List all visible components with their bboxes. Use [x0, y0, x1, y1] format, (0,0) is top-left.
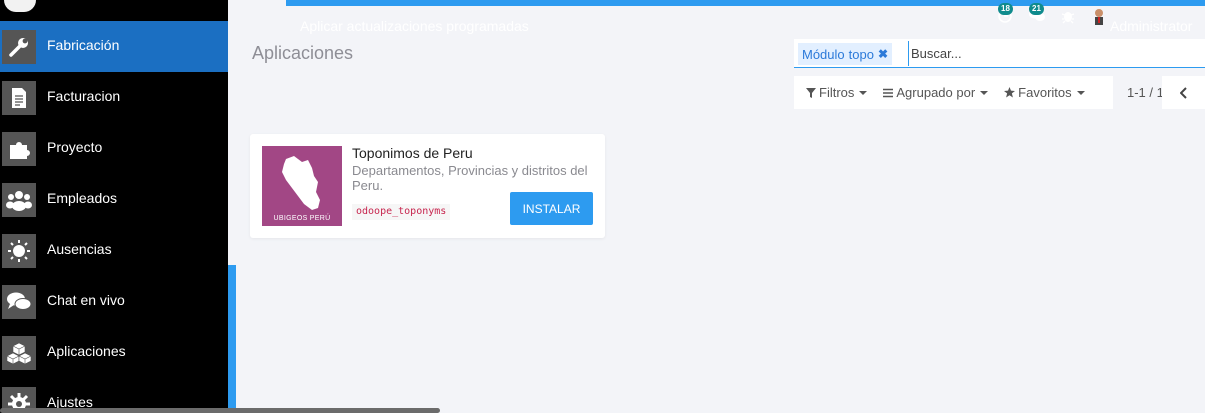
invoice-icon — [2, 81, 36, 115]
app-sidebar: Fabricación Facturacion Proyecto Emplead… — [0, 0, 228, 413]
app-title: Toponimos de Peru — [352, 145, 473, 161]
sidebar-item-label: Fabricación — [47, 37, 120, 53]
sidebar-item-label: Aplicaciones — [47, 343, 126, 359]
app-summary: Departamentos, Provincias y distritos de… — [352, 163, 588, 193]
people-icon — [2, 183, 36, 217]
sidebar-item-aplicaciones[interactable]: Aplicaciones — [0, 327, 228, 378]
star-icon — [1004, 87, 1016, 98]
messages-counter-badge: 21 — [1029, 3, 1044, 15]
sidebar-item-label: Proyecto — [47, 139, 103, 155]
sidebar-item-label: Facturacion — [47, 88, 121, 104]
sidebar-item-ausencias[interactable]: Ausencias — [0, 225, 228, 276]
sun-icon — [2, 234, 36, 268]
user-menu-name[interactable]: Administrator — [1110, 18, 1192, 34]
groupby-label: Agrupado por — [896, 85, 976, 100]
app-image: UBIGEOS PERÚ — [262, 146, 342, 226]
app-technical-name: odoope_toponyms — [352, 204, 451, 220]
wrench-icon — [2, 30, 36, 64]
close-icon[interactable]: ✖ — [878, 47, 888, 61]
chat-icon — [2, 285, 36, 319]
activity-counter-badge: 18 — [998, 3, 1013, 15]
sidebar-item-label: Chat en vivo — [47, 292, 125, 308]
scheduled-updates-link[interactable]: Aplicar actualizaciones programadas — [300, 18, 529, 34]
pager-previous-button[interactable] — [1162, 76, 1205, 109]
filters-button[interactable]: Filtros — [806, 85, 868, 100]
sidebar-item-fabricacion[interactable]: Fabricación — [0, 21, 228, 72]
sidebar-divider — [228, 0, 236, 265]
chevron-left-icon — [1179, 86, 1187, 99]
breadcrumb: Aplicaciones — [252, 43, 354, 63]
caret-down-icon — [859, 90, 868, 95]
debug-bug-icon[interactable] — [1060, 8, 1080, 28]
favorites-button[interactable]: Favoritos — [1004, 85, 1085, 100]
search-facet[interactable]: Módulo topo ✖ — [798, 43, 893, 65]
top-progress-strip — [286, 0, 1205, 6]
caret-down-icon — [1076, 90, 1085, 95]
user-avatar[interactable] — [1092, 8, 1112, 28]
search-options-bar: Filtros Agrupado por Favoritos — [794, 76, 1113, 109]
search-input[interactable] — [908, 41, 1205, 66]
pager-value[interactable]: 1-1 / 1 — [1127, 85, 1164, 100]
filters-label: Filtros — [819, 85, 855, 100]
app-image-caption: UBIGEOS PERÚ — [273, 215, 331, 222]
sidebar-partial-icon — [4, 0, 36, 12]
filter-icon — [806, 87, 816, 98]
sidebar-item-proyecto[interactable]: Proyecto — [0, 123, 228, 174]
list-icon — [883, 88, 894, 97]
facet-field-label: Módulo — [802, 46, 845, 62]
cubes-icon — [2, 336, 36, 370]
puzzle-icon — [2, 132, 36, 166]
peru-map-icon — [282, 156, 320, 210]
groupby-button[interactable]: Agrupado por — [883, 85, 989, 100]
facet-value-label: topo — [848, 46, 874, 62]
horizontal-scrollbar[interactable] — [0, 408, 440, 413]
favorites-label: Favoritos — [1018, 85, 1072, 100]
sidebar-item-empleados[interactable]: Empleados — [0, 174, 228, 225]
sidebar-accent-bar — [228, 265, 236, 413]
caret-down-icon — [980, 90, 989, 95]
install-button[interactable]: INSTALAR — [510, 192, 593, 225]
app-kanban-card[interactable]: UBIGEOS PERÚ Toponimos de Peru Departame… — [250, 134, 605, 238]
search-bar[interactable]: Módulo topo ✖ — [794, 39, 1205, 68]
sidebar-item-chat-en-vivo[interactable]: Chat en vivo — [0, 276, 228, 327]
sidebar-item-facturacion[interactable]: Facturacion — [0, 72, 228, 123]
sidebar-item-label: Ausencias — [47, 241, 112, 257]
sidebar-item-label: Empleados — [47, 190, 118, 206]
